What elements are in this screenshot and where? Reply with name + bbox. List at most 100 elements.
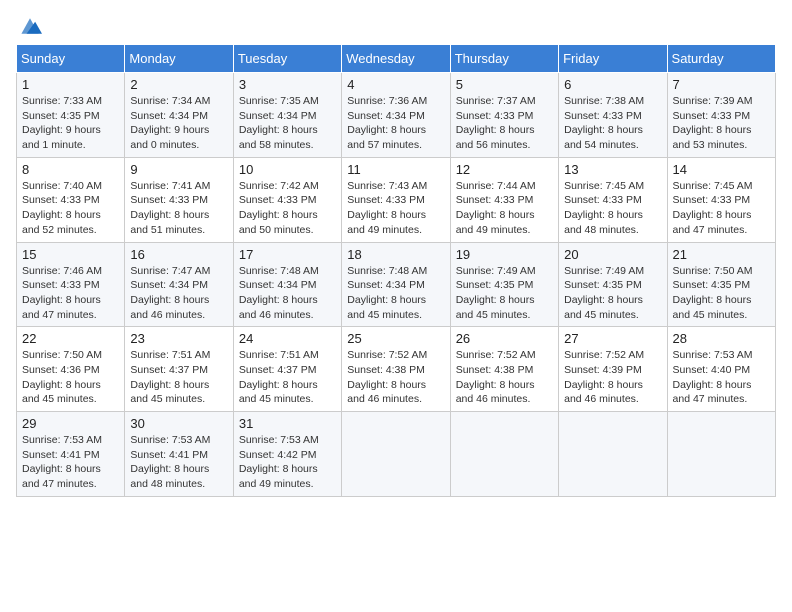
calendar-week-row: 8 Sunrise: 7:40 AMSunset: 4:33 PMDaylight… xyxy=(17,157,776,242)
calendar-cell: 6 Sunrise: 7:38 AMSunset: 4:33 PMDaylight… xyxy=(559,73,667,158)
logo xyxy=(16,16,42,32)
calendar-table: SundayMondayTuesdayWednesdayThursdayFrid… xyxy=(16,44,776,497)
calendar-cell: 8 Sunrise: 7:40 AMSunset: 4:33 PMDaylight… xyxy=(17,157,125,242)
day-number: 4 xyxy=(347,77,444,92)
day-number: 29 xyxy=(22,416,119,431)
day-of-week-header: Friday xyxy=(559,45,667,73)
calendar-cell: 3 Sunrise: 7:35 AMSunset: 4:34 PMDaylight… xyxy=(233,73,341,158)
calendar-cell: 31 Sunrise: 7:53 AMSunset: 4:42 PMDayligh… xyxy=(233,412,341,497)
day-number: 22 xyxy=(22,331,119,346)
day-of-week-header: Wednesday xyxy=(342,45,450,73)
day-info: Sunrise: 7:49 AMSunset: 4:35 PMDaylight:… xyxy=(564,264,661,323)
calendar-cell: 17 Sunrise: 7:48 AMSunset: 4:34 PMDayligh… xyxy=(233,242,341,327)
calendar-cell: 27 Sunrise: 7:52 AMSunset: 4:39 PMDayligh… xyxy=(559,327,667,412)
day-number: 17 xyxy=(239,247,336,262)
day-number: 18 xyxy=(347,247,444,262)
day-info: Sunrise: 7:52 AMSunset: 4:38 PMDaylight:… xyxy=(347,348,444,407)
day-number: 25 xyxy=(347,331,444,346)
day-info: Sunrise: 7:48 AMSunset: 4:34 PMDaylight:… xyxy=(347,264,444,323)
calendar-cell xyxy=(667,412,775,497)
day-number: 26 xyxy=(456,331,553,346)
day-number: 16 xyxy=(130,247,227,262)
day-info: Sunrise: 7:50 AMSunset: 4:36 PMDaylight:… xyxy=(22,348,119,407)
day-info: Sunrise: 7:40 AMSunset: 4:33 PMDaylight:… xyxy=(22,179,119,238)
day-number: 1 xyxy=(22,77,119,92)
day-info: Sunrise: 7:53 AMSunset: 4:41 PMDaylight:… xyxy=(22,433,119,492)
day-info: Sunrise: 7:46 AMSunset: 4:33 PMDaylight:… xyxy=(22,264,119,323)
day-info: Sunrise: 7:49 AMSunset: 4:35 PMDaylight:… xyxy=(456,264,553,323)
calendar-week-row: 22 Sunrise: 7:50 AMSunset: 4:36 PMDayligh… xyxy=(17,327,776,412)
calendar-cell: 15 Sunrise: 7:46 AMSunset: 4:33 PMDayligh… xyxy=(17,242,125,327)
day-number: 12 xyxy=(456,162,553,177)
day-number: 2 xyxy=(130,77,227,92)
day-info: Sunrise: 7:33 AMSunset: 4:35 PMDaylight:… xyxy=(22,94,119,153)
calendar-cell: 18 Sunrise: 7:48 AMSunset: 4:34 PMDayligh… xyxy=(342,242,450,327)
day-number: 24 xyxy=(239,331,336,346)
day-info: Sunrise: 7:53 AMSunset: 4:41 PMDaylight:… xyxy=(130,433,227,492)
calendar-cell: 1 Sunrise: 7:33 AMSunset: 4:35 PMDaylight… xyxy=(17,73,125,158)
day-info: Sunrise: 7:52 AMSunset: 4:38 PMDaylight:… xyxy=(456,348,553,407)
day-info: Sunrise: 7:48 AMSunset: 4:34 PMDaylight:… xyxy=(239,264,336,323)
calendar-cell: 16 Sunrise: 7:47 AMSunset: 4:34 PMDayligh… xyxy=(125,242,233,327)
day-info: Sunrise: 7:45 AMSunset: 4:33 PMDaylight:… xyxy=(673,179,770,238)
day-info: Sunrise: 7:50 AMSunset: 4:35 PMDaylight:… xyxy=(673,264,770,323)
day-info: Sunrise: 7:52 AMSunset: 4:39 PMDaylight:… xyxy=(564,348,661,407)
day-info: Sunrise: 7:38 AMSunset: 4:33 PMDaylight:… xyxy=(564,94,661,153)
day-of-week-header: Saturday xyxy=(667,45,775,73)
calendar-cell xyxy=(342,412,450,497)
day-of-week-header: Monday xyxy=(125,45,233,73)
day-info: Sunrise: 7:45 AMSunset: 4:33 PMDaylight:… xyxy=(564,179,661,238)
day-info: Sunrise: 7:47 AMSunset: 4:34 PMDaylight:… xyxy=(130,264,227,323)
calendar-cell: 14 Sunrise: 7:45 AMSunset: 4:33 PMDayligh… xyxy=(667,157,775,242)
calendar-week-row: 29 Sunrise: 7:53 AMSunset: 4:41 PMDayligh… xyxy=(17,412,776,497)
calendar-cell: 26 Sunrise: 7:52 AMSunset: 4:38 PMDayligh… xyxy=(450,327,558,412)
page-header xyxy=(16,16,776,32)
day-number: 6 xyxy=(564,77,661,92)
logo-icon xyxy=(18,16,42,36)
calendar-cell: 2Sunrise: 7:34 AMSunset: 4:34 PMDaylight… xyxy=(125,73,233,158)
day-number: 27 xyxy=(564,331,661,346)
calendar-cell: 12 Sunrise: 7:44 AMSunset: 4:33 PMDayligh… xyxy=(450,157,558,242)
calendar-cell: 24 Sunrise: 7:51 AMSunset: 4:37 PMDayligh… xyxy=(233,327,341,412)
calendar-cell: 20 Sunrise: 7:49 AMSunset: 4:35 PMDayligh… xyxy=(559,242,667,327)
day-info: Sunrise: 7:36 AMSunset: 4:34 PMDaylight:… xyxy=(347,94,444,153)
calendar-cell: 21 Sunrise: 7:50 AMSunset: 4:35 PMDayligh… xyxy=(667,242,775,327)
day-number: 7 xyxy=(673,77,770,92)
day-number: 20 xyxy=(564,247,661,262)
calendar-cell: 4 Sunrise: 7:36 AMSunset: 4:34 PMDaylight… xyxy=(342,73,450,158)
day-number: 30 xyxy=(130,416,227,431)
calendar-cell: 7Sunrise: 7:39 AMSunset: 4:33 PMDaylight… xyxy=(667,73,775,158)
calendar-cell: 5 Sunrise: 7:37 AMSunset: 4:33 PMDaylight… xyxy=(450,73,558,158)
day-of-week-header: Thursday xyxy=(450,45,558,73)
day-info: Sunrise: 7:37 AMSunset: 4:33 PMDaylight:… xyxy=(456,94,553,153)
calendar-cell: 29 Sunrise: 7:53 AMSunset: 4:41 PMDayligh… xyxy=(17,412,125,497)
calendar-cell: 19Sunrise: 7:49 AMSunset: 4:35 PMDayligh… xyxy=(450,242,558,327)
day-number: 21 xyxy=(673,247,770,262)
day-number: 8 xyxy=(22,162,119,177)
day-number: 15 xyxy=(22,247,119,262)
calendar-week-row: 15 Sunrise: 7:46 AMSunset: 4:33 PMDayligh… xyxy=(17,242,776,327)
day-number: 13 xyxy=(564,162,661,177)
calendar-cell xyxy=(559,412,667,497)
day-info: Sunrise: 7:41 AMSunset: 4:33 PMDaylight:… xyxy=(130,179,227,238)
calendar-cell: 30 Sunrise: 7:53 AMSunset: 4:41 PMDayligh… xyxy=(125,412,233,497)
day-info: Sunrise: 7:51 AMSunset: 4:37 PMDaylight:… xyxy=(239,348,336,407)
day-number: 5 xyxy=(456,77,553,92)
calendar-cell: 11Sunrise: 7:43 AMSunset: 4:33 PMDayligh… xyxy=(342,157,450,242)
calendar-cell xyxy=(450,412,558,497)
day-info: Sunrise: 7:35 AMSunset: 4:34 PMDaylight:… xyxy=(239,94,336,153)
day-number: 3 xyxy=(239,77,336,92)
calendar-cell: 22 Sunrise: 7:50 AMSunset: 4:36 PMDayligh… xyxy=(17,327,125,412)
day-info: Sunrise: 7:44 AMSunset: 4:33 PMDaylight:… xyxy=(456,179,553,238)
day-info: Sunrise: 7:42 AMSunset: 4:33 PMDaylight:… xyxy=(239,179,336,238)
calendar-cell: 9Sunrise: 7:41 AMSunset: 4:33 PMDaylight… xyxy=(125,157,233,242)
day-info: Sunrise: 7:53 AMSunset: 4:40 PMDaylight:… xyxy=(673,348,770,407)
day-number: 31 xyxy=(239,416,336,431)
day-info: Sunrise: 7:51 AMSunset: 4:37 PMDaylight:… xyxy=(130,348,227,407)
calendar-cell: 28Sunrise: 7:53 AMSunset: 4:40 PMDayligh… xyxy=(667,327,775,412)
day-info: Sunrise: 7:43 AMSunset: 4:33 PMDaylight:… xyxy=(347,179,444,238)
day-info: Sunrise: 7:53 AMSunset: 4:42 PMDaylight:… xyxy=(239,433,336,492)
calendar-week-row: 1 Sunrise: 7:33 AMSunset: 4:35 PMDaylight… xyxy=(17,73,776,158)
calendar-cell: 23Sunrise: 7:51 AMSunset: 4:37 PMDayligh… xyxy=(125,327,233,412)
day-number: 14 xyxy=(673,162,770,177)
